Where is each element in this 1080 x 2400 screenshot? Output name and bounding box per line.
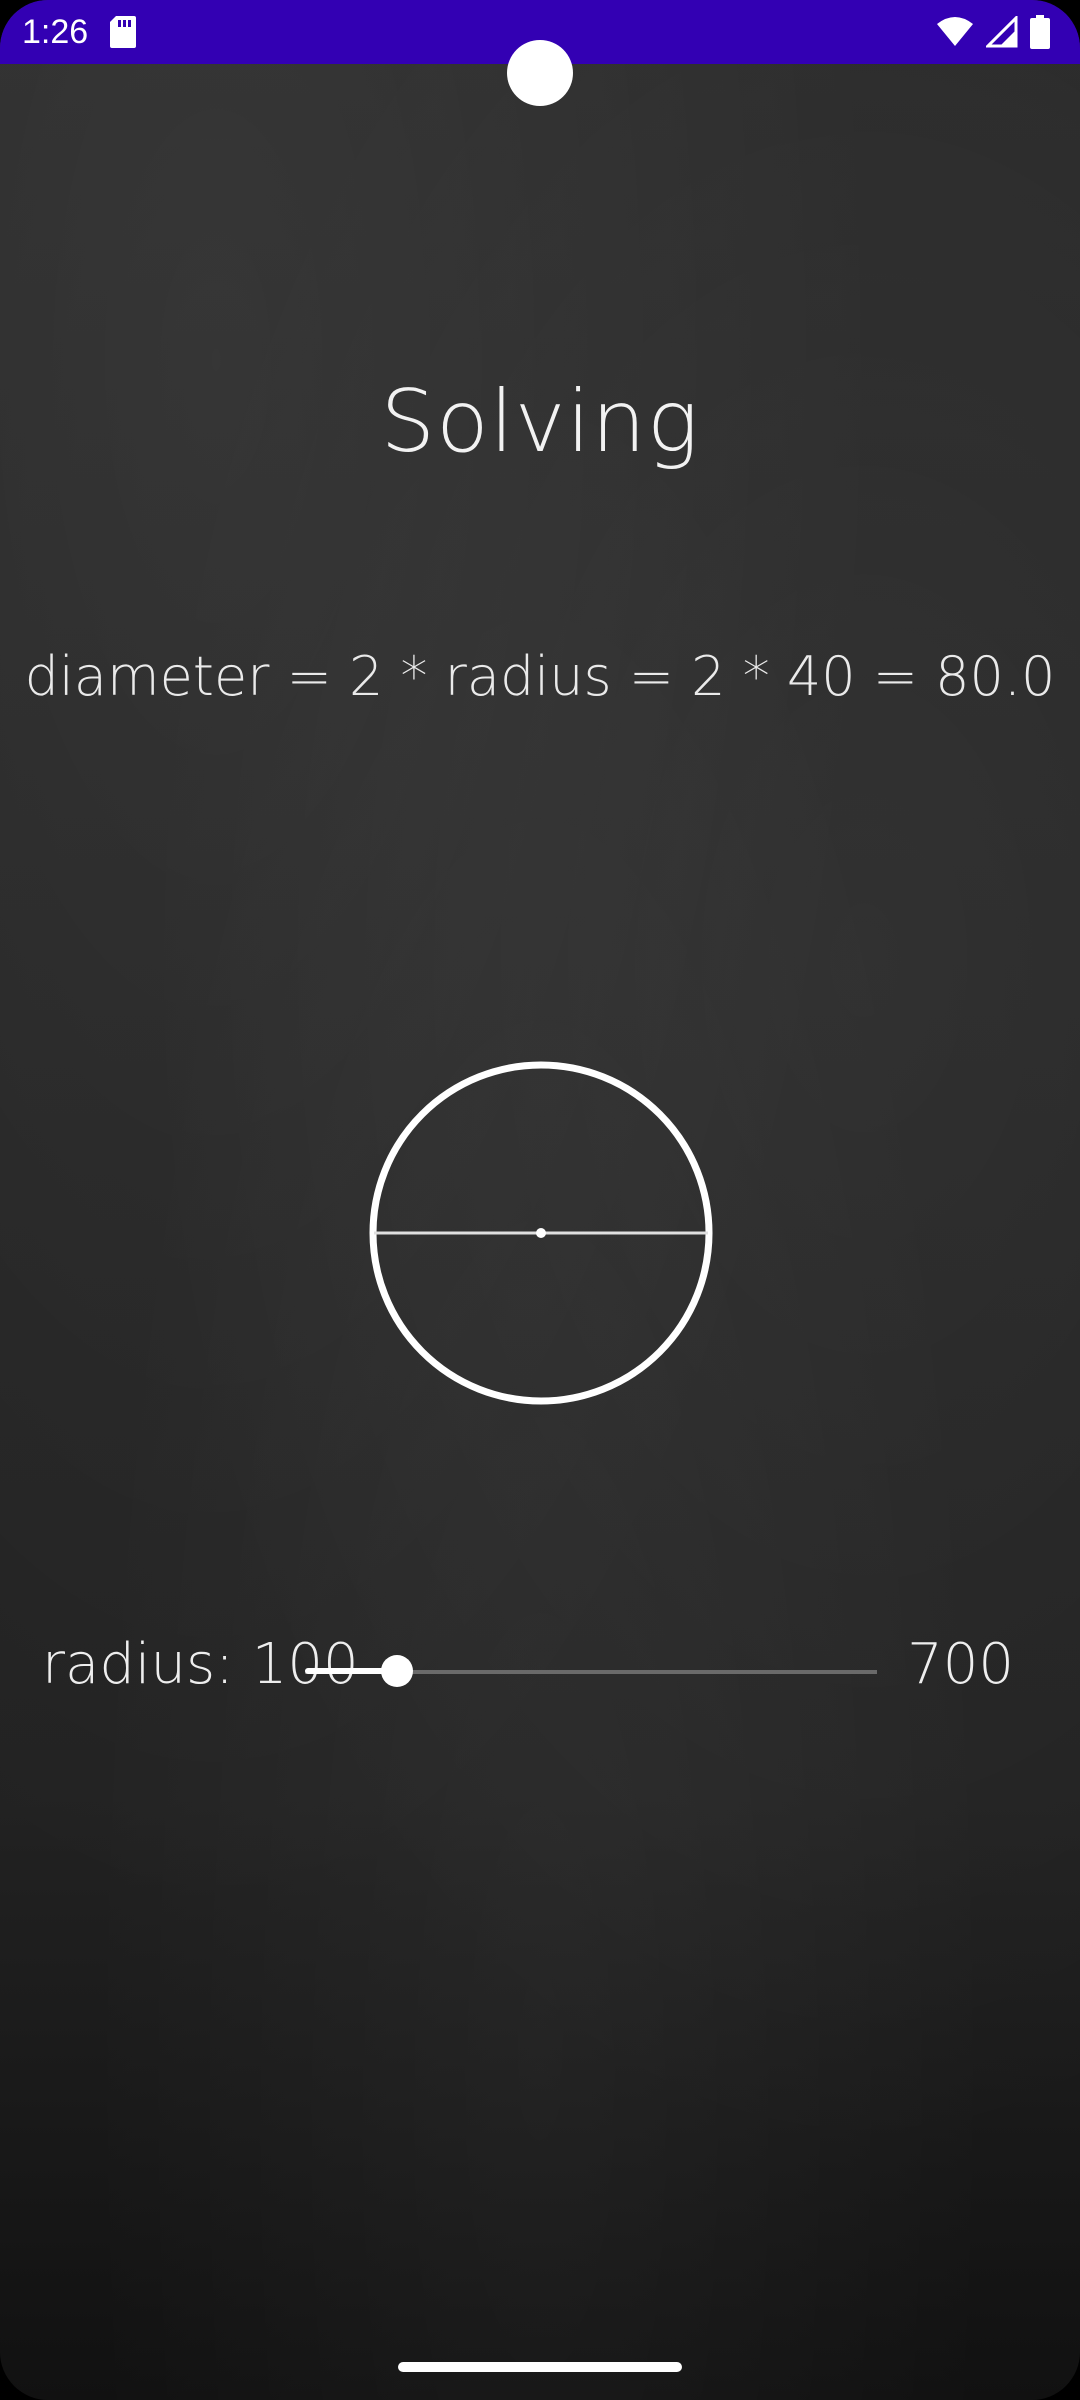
- app-screen: 1:26 Solving diameter = 2 * radius = 2 *…: [0, 0, 1080, 2400]
- formula-text: diameter = 2 * radius = 2 * 40 = 80.0: [24, 645, 1056, 708]
- slider-thumb[interactable]: [381, 1655, 413, 1687]
- sd-card-icon: [110, 16, 136, 48]
- radius-slider[interactable]: [305, 1652, 877, 1692]
- status-time: 1:26: [22, 13, 89, 51]
- circle-diagram: [369, 1061, 713, 1405]
- battery-icon: [1030, 15, 1050, 49]
- home-indicator[interactable]: [398, 2362, 682, 2372]
- center-point: [536, 1228, 546, 1238]
- signal-icon: [986, 16, 1018, 48]
- max-value-label: 700: [907, 1632, 1014, 1697]
- wifi-icon: [937, 17, 973, 46]
- camera-cutout: [507, 40, 573, 106]
- page-title: Solving: [380, 372, 700, 472]
